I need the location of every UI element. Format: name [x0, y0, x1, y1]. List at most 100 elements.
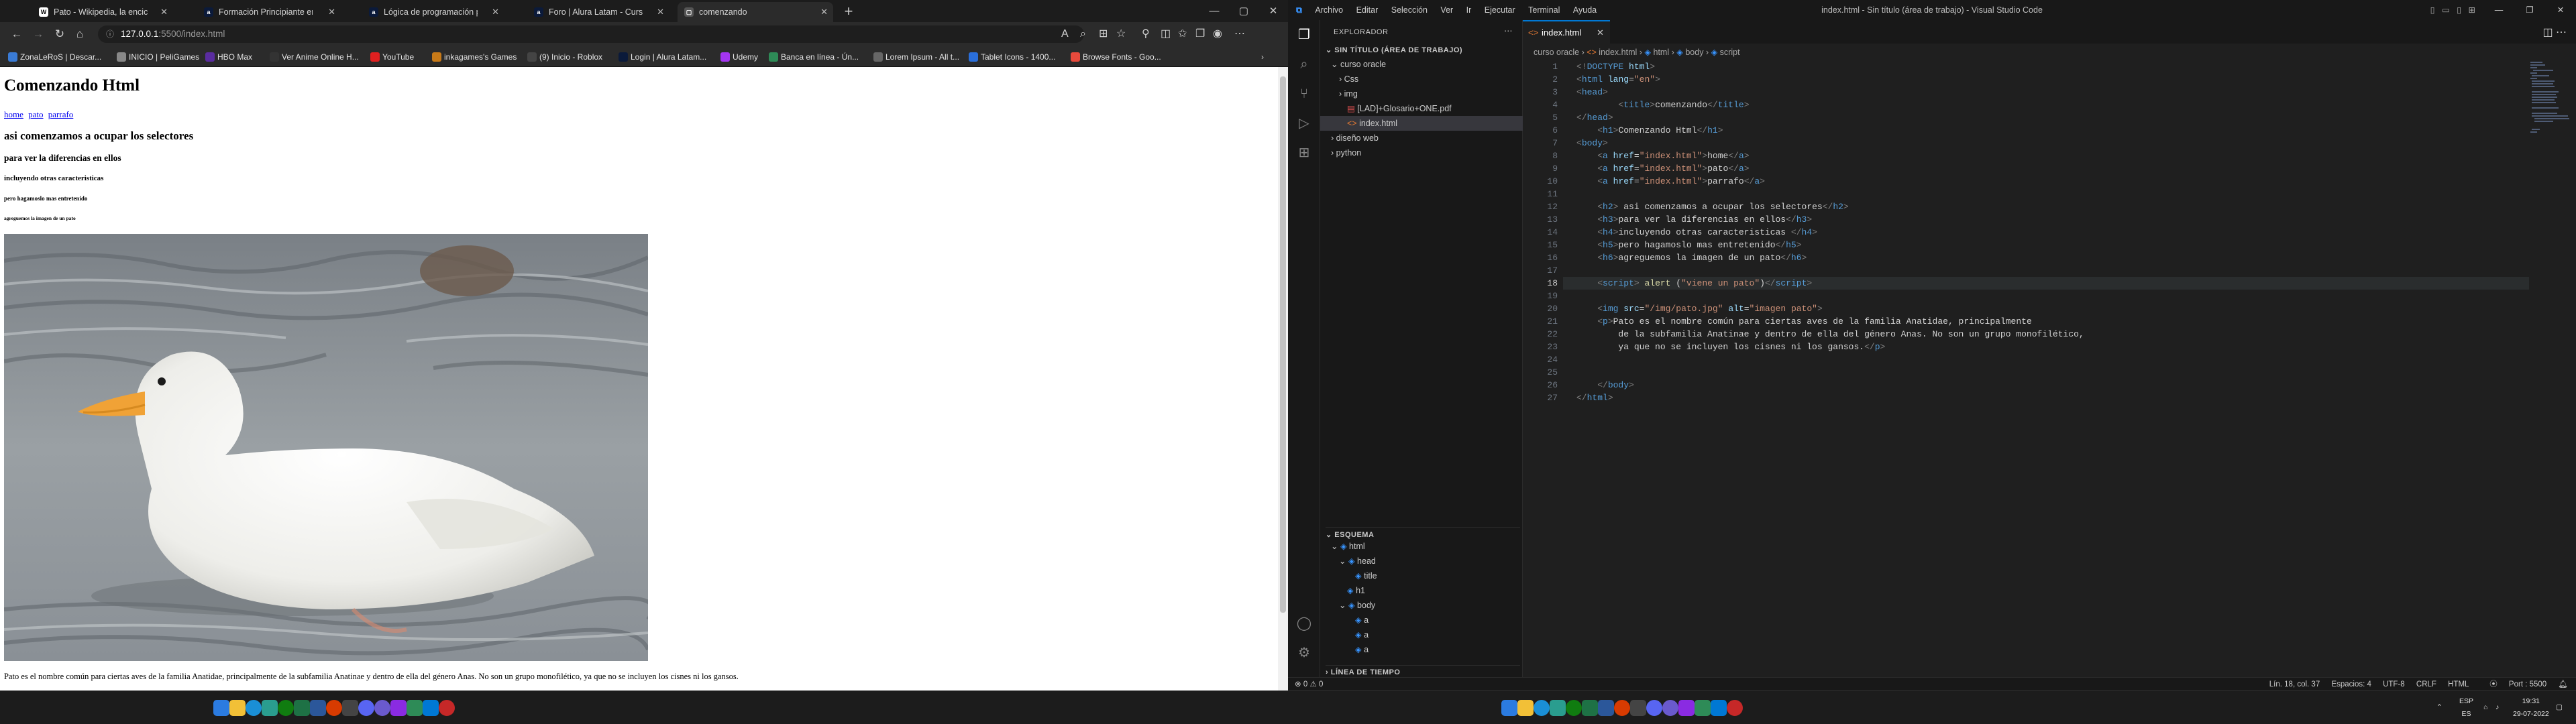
start-icon[interactable] [1501, 700, 1517, 716]
tree-folder-diseno-web[interactable]: › diseño web [1320, 131, 1523, 145]
settings-menu-icon[interactable]: ⋯ [1234, 27, 1245, 42]
app-icon[interactable] [1630, 700, 1646, 716]
back-icon[interactable]: ← [9, 27, 24, 42]
tab-logica[interactable]: a Lógica de programación parte 1 ✕ [362, 2, 504, 22]
code-editor[interactable]: 1 2 3 4 5 6 7 8 9 10 11 12 13 14 15 16 1… [1523, 60, 2576, 664]
outline-item[interactable]: ◈ a [1320, 642, 1523, 657]
collections-icon[interactable]: ❐ [1195, 27, 1205, 42]
menu-ayuda[interactable]: Ayuda [1573, 0, 1597, 20]
bookmark[interactable]: YouTube [369, 51, 414, 63]
read-aloud-icon[interactable]: A [1061, 27, 1069, 42]
excel-icon[interactable] [1582, 700, 1598, 716]
outline-header[interactable]: ⌄ ESQUEMA [1326, 527, 1520, 539]
close-window-icon[interactable]: ✕ [2545, 0, 2576, 20]
favorite-star-icon[interactable]: ☆ [1116, 27, 1126, 42]
tab-comenzando[interactable]: ▢ comenzando ✕ [678, 2, 833, 22]
run-debug-icon[interactable]: ▷ [1296, 115, 1312, 131]
toggle-sidebar-icon[interactable]: ▯ [2430, 5, 2435, 15]
language-mode[interactable]: HTML [2448, 680, 2469, 688]
chevron-up-icon[interactable]: ⌃ [2436, 701, 2443, 714]
bookmark[interactable]: Tablet Icons - 1400... [967, 51, 1055, 63]
more-bookmarks-icon[interactable]: › [1261, 51, 1264, 63]
store-icon[interactable] [262, 700, 278, 716]
menu-seleccion[interactable]: Selección [1391, 0, 1428, 20]
bookmark[interactable]: INICIO | PeliGames [115, 51, 199, 63]
edge-icon[interactable] [246, 700, 262, 716]
toggle-panel-icon[interactable]: ▭ [2442, 5, 2450, 15]
store-icon[interactable] [1550, 700, 1566, 716]
tree-folder-python[interactable]: › python [1320, 145, 1523, 160]
excel-icon[interactable] [294, 700, 310, 716]
minimize-icon[interactable]: — [1199, 0, 1229, 22]
close-icon[interactable]: ✕ [328, 2, 335, 22]
breadcrumb-item[interactable]: index.html [1599, 48, 1637, 57]
bookmark[interactable]: Udemy [719, 51, 758, 63]
opera-icon[interactable] [326, 700, 342, 716]
split-editor-icon[interactable]: ◫ ⋯ [2542, 25, 2567, 39]
explorer-icon[interactable]: ❐ [1296, 27, 1312, 43]
reload-icon[interactable]: ↻ [52, 27, 67, 42]
discord-icon[interactable] [1646, 700, 1662, 716]
close-icon[interactable]: ✕ [492, 2, 499, 22]
volume-icon[interactable]: ♪ [2496, 701, 2499, 714]
page-scrollbar[interactable] [1278, 67, 1288, 690]
maximize-icon[interactable]: ▢ [1229, 0, 1258, 22]
source-control-icon[interactable]: ⑂ [1296, 86, 1312, 102]
bookmark[interactable]: Browse Fonts - Goo... [1069, 51, 1161, 63]
extensions-icon[interactable]: ⚲ [1142, 27, 1150, 42]
bookmark[interactable]: Ver Anime Online H... [268, 51, 359, 63]
close-icon[interactable]: ✕ [160, 2, 168, 22]
tab-formacion[interactable]: a Formación Principiante en Programación… [197, 2, 341, 22]
split-screen-icon[interactable]: ◫ [1161, 27, 1171, 42]
tab-wikipedia[interactable]: W Pato - Wikipedia, la enciclopedia libr… [32, 2, 173, 22]
tree-folder-css[interactable]: › Css [1320, 72, 1523, 86]
timeline-header[interactable]: › LÍNEA DE TIEMPO [1326, 665, 1520, 676]
opera-gx-icon[interactable] [439, 700, 455, 716]
app-icon[interactable] [1662, 700, 1678, 716]
bookmark[interactable]: Login | Alura Latam... [617, 51, 706, 63]
outline-item[interactable]: ◈ a [1320, 613, 1523, 627]
discord-icon[interactable] [358, 700, 374, 716]
cursor-position[interactable]: Lín. 18, col. 37 [2269, 680, 2320, 688]
indentation[interactable]: Espacios: 4 [2331, 680, 2371, 688]
app-icon[interactable] [342, 700, 358, 716]
menu-terminal[interactable]: Terminal [1528, 0, 1560, 20]
gear-icon[interactable]: ⚙ [1296, 645, 1312, 661]
link-parrafo[interactable]: parrafo [48, 109, 74, 119]
home-icon[interactable]: ⌂ [72, 27, 87, 42]
minimize-icon[interactable]: — [2483, 0, 2514, 20]
close-icon[interactable]: ✕ [657, 2, 664, 22]
info-icon[interactable]: ⓘ [106, 25, 114, 43]
tree-file-index-html[interactable]: <> index.html [1320, 116, 1523, 131]
editor-tab-index-html[interactable]: <> index.html ✕ [1523, 20, 1610, 44]
outline-item[interactable]: ◈ title [1320, 568, 1523, 583]
restore-icon[interactable]: ❐ [2514, 0, 2545, 20]
menu-editar[interactable]: Editar [1356, 0, 1379, 20]
encoding[interactable]: UTF-8 [2383, 680, 2405, 688]
xbox-icon[interactable] [278, 700, 294, 716]
warnings-count[interactable]: 0 [1319, 680, 1323, 688]
outline-item[interactable]: ◈ a [1320, 627, 1523, 642]
app-icon[interactable] [407, 700, 423, 716]
outline-item[interactable]: ⌄ ◈ head [1320, 554, 1523, 568]
bookmark[interactable]: HBO Max [204, 51, 252, 63]
breadcrumb-item[interactable]: curso oracle [1534, 48, 1579, 57]
favorites-icon[interactable]: ✩ [1178, 27, 1187, 42]
vscode-icon[interactable] [1711, 700, 1727, 716]
xbox-icon[interactable] [1566, 700, 1582, 716]
opera-icon[interactable] [1614, 700, 1630, 716]
end-of-line[interactable]: CRLF [2416, 680, 2436, 688]
forward-icon[interactable]: → [31, 27, 46, 42]
workspace-header[interactable]: ⌄ SIN TÍTULO (ÁREA DE TRABAJO) [1326, 46, 1462, 54]
menu-ejecutar[interactable]: Ejecutar [1485, 0, 1515, 20]
breadcrumb-item[interactable]: body [1685, 48, 1703, 57]
scrollbar-thumb[interactable] [1280, 76, 1286, 613]
opera-gx-icon[interactable] [1727, 700, 1743, 716]
address-bar[interactable]: ⓘ 127.0.0.1:5500/index.html [98, 25, 1084, 43]
outline-item[interactable]: ◈ h1 [1320, 583, 1523, 598]
language-indicator[interactable]: ESP ES [2459, 695, 2473, 721]
start-icon[interactable] [213, 700, 229, 716]
bookmark[interactable]: (9) Inicio - Roblox [526, 51, 602, 63]
zoom-icon[interactable]: ⌕ [1080, 27, 1086, 42]
apps-icon[interactable]: ⊞ [1099, 27, 1108, 42]
